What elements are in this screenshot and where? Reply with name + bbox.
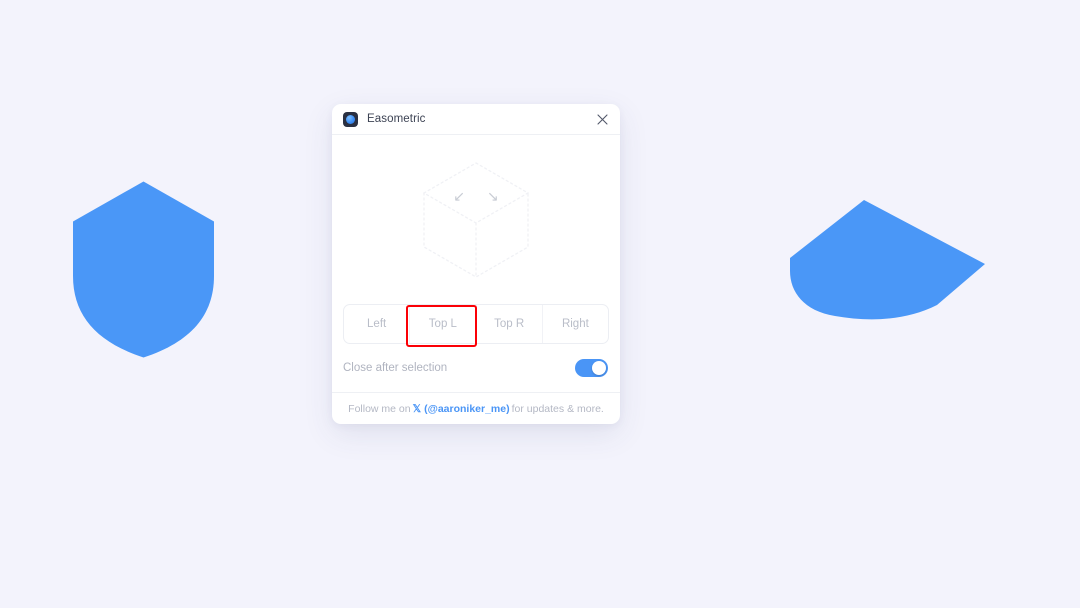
segment-top-r[interactable]: Top R [477,305,543,343]
x-logo-icon[interactable]: 𝕏 [413,403,421,415]
close-after-selection-toggle[interactable] [575,359,608,377]
toggle-knob [592,361,606,375]
isometric-cube-icon: ↙ ↘ [420,159,532,281]
easometric-popup-panel: Easometric ↙ ↘ Left Top L Top R Right Cl… [332,104,620,424]
footer-suffix-text: for updates & more. [511,402,604,415]
easometric-app-icon [343,111,358,127]
arrow-down-right-icon: ↘ [487,187,499,204]
segment-left[interactable]: Left [344,305,411,343]
panel-header: Easometric [332,104,620,135]
arrow-down-left-icon: ↙ [453,187,465,204]
view-direction-segmented-control: Left Top L Top R Right [343,304,609,344]
segment-top-l[interactable]: Top L [410,305,477,343]
close-after-selection-row: Close after selection [332,344,620,392]
segment-right[interactable]: Right [543,305,608,343]
footer-handle-link[interactable]: (@aaroniker_me) [424,403,510,415]
app-icon-sphere [346,114,355,124]
panel-footer: Follow me on 𝕏 (@aaroniker_me) for updat… [332,392,620,424]
close-icon[interactable] [593,110,611,128]
cube-direction-arrows: ↙ ↘ [420,189,532,203]
cube-preview-area: ↙ ↘ [332,135,620,304]
footer-prefix-text: Follow me on [348,402,411,415]
close-after-selection-label: Close after selection [343,362,448,374]
shield-shape-right-isometric [790,200,985,320]
segmented-control-zone: Left Top L Top R Right [332,304,620,347]
app-title: Easometric [367,113,426,125]
shield-shape-left [73,181,214,358]
